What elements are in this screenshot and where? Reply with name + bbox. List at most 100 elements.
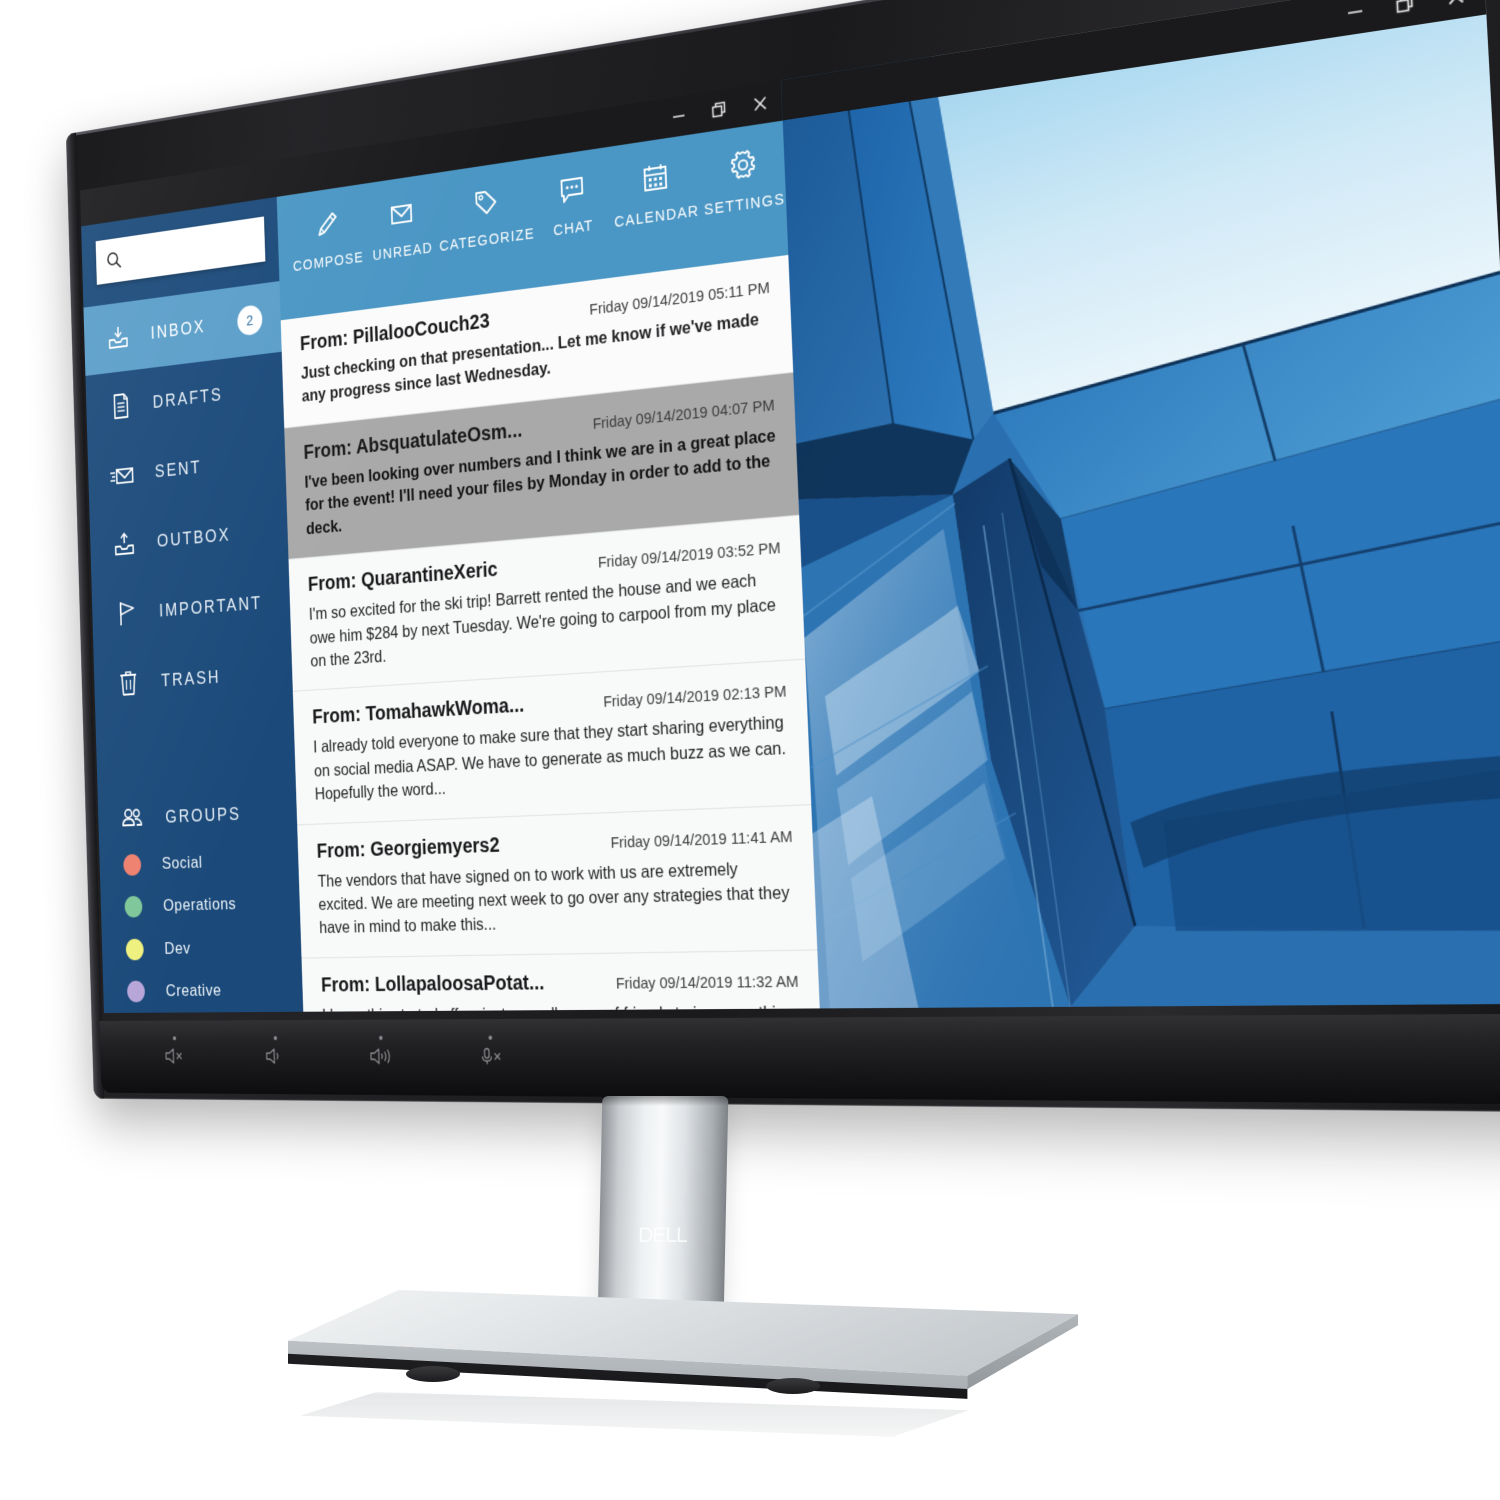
- sidebar-item-label: DRAFTS: [152, 383, 224, 412]
- sidebar: INBOX 2 DRAFTS SENT OUTBOX IMPORTANT TRA…: [81, 196, 304, 1014]
- message-header: From: AbsquatulateOsm... Friday 09/14/20…: [303, 392, 775, 465]
- settings-button[interactable]: SETTINGS: [701, 136, 787, 220]
- volume-low-icon: [265, 1047, 288, 1070]
- search-box[interactable]: [95, 213, 279, 285]
- indicator-dot: [172, 1036, 177, 1041]
- message-sender: From: AbsquatulateOsm...: [303, 418, 523, 464]
- message-row[interactable]: From: Georgiemyers2 Friday 09/14/2019 11…: [297, 804, 818, 959]
- toolbar-label: CALENDAR: [614, 202, 700, 232]
- volume-down-button[interactable]: [264, 1036, 287, 1070]
- groups-header[interactable]: GROUPS: [98, 785, 298, 844]
- group-item-label: Social: [161, 852, 203, 873]
- message-preview: I've been looking over numbers and I thi…: [304, 426, 776, 539]
- unread-button[interactable]: UNREAD: [366, 187, 438, 265]
- drafts-icon: [106, 388, 134, 424]
- message-row[interactable]: From: TomahawkWoma... Friday 09/14/2019 …: [292, 659, 812, 826]
- sidebar-nav: INBOX 2 DRAFTS SENT OUTBOX IMPORTANT TRA…: [83, 281, 293, 720]
- stand-arm: DELL: [597, 1096, 729, 1318]
- message-sender: From: Georgiemyers2: [316, 833, 501, 863]
- indicator-dot: [273, 1036, 278, 1041]
- indicator-dot: [379, 1035, 383, 1040]
- content-pane: COMPOSE UNREAD CATEGORIZE CHAT CALENDAR …: [276, 120, 820, 1012]
- message-timestamp: Friday 09/14/2019 11:41 AM: [610, 827, 793, 852]
- message-header: From: QuarantineXeric Friday 09/14/2019 …: [308, 535, 781, 597]
- calendar-icon: [637, 152, 673, 203]
- osd-control-row: [164, 1035, 503, 1071]
- email-client-window: INBOX 2 DRAFTS SENT OUTBOX IMPORTANT TRA…: [80, 80, 820, 1014]
- people-icon: [118, 801, 146, 835]
- volume-mute-icon: [164, 1047, 186, 1070]
- sidebar-item-label: INBOX: [150, 315, 206, 343]
- photo-viewer-window: [781, 0, 1500, 1009]
- message-timestamp: Friday 09/14/2019 02:13 PM: [602, 682, 787, 712]
- base-foot: [406, 1366, 460, 1382]
- sidebar-item-label: TRASH: [160, 666, 221, 690]
- group-item-operations[interactable]: Operations: [100, 881, 300, 929]
- dell-logo: DELL: [599, 1224, 726, 1248]
- message-sender: From: LollapaloosaPotat...: [320, 971, 545, 997]
- group-item-label: Creative: [165, 980, 222, 1001]
- group-color-dot: [125, 938, 144, 961]
- inbox-unread-badge: 2: [236, 304, 263, 337]
- glass-building-photo: [781, 0, 1500, 1009]
- gear-icon: [724, 139, 761, 191]
- group-item-social[interactable]: Social: [99, 838, 299, 887]
- restore-button[interactable]: [1393, 0, 1418, 18]
- sent-icon: [108, 457, 136, 492]
- calendar-button[interactable]: CALENDAR: [612, 148, 700, 231]
- volume-mute-button[interactable]: [164, 1036, 186, 1070]
- outbox-icon: [110, 527, 138, 562]
- chat-button[interactable]: CHAT: [534, 161, 611, 242]
- toolbar-label: CHAT: [552, 217, 594, 240]
- message-header: From: TomahawkWoma... Friday 09/14/2019 …: [312, 679, 787, 730]
- base-foot: [766, 1378, 820, 1394]
- microphone-mute-button[interactable]: [478, 1035, 503, 1071]
- trash-icon: [114, 665, 142, 700]
- groups-header-label: GROUPS: [165, 803, 242, 827]
- message-timestamp: Friday 09/14/2019 04:07 PM: [592, 396, 776, 434]
- pencil-icon: [311, 201, 343, 249]
- message-preview: The vendors that have signed on to work …: [317, 859, 790, 938]
- message-sender: From: QuarantineXeric: [307, 558, 499, 597]
- inbox-icon: [104, 319, 132, 355]
- group-item-label: Dev: [164, 938, 191, 958]
- minimize-button[interactable]: [669, 104, 689, 128]
- message-row[interactable]: From: LollapaloosaPotat... Friday 09/14/…: [301, 950, 820, 1012]
- search-container: [82, 213, 279, 286]
- group-color-dot: [124, 896, 143, 918]
- chat-bubble-icon: [554, 165, 589, 215]
- flag-icon: [112, 596, 140, 631]
- sidebar-item-label: SENT: [154, 456, 202, 481]
- toolbar: COMPOSE UNREAD CATEGORIZE CHAT CALENDAR …: [276, 120, 789, 321]
- sidebar-item-label: IMPORTANT: [158, 592, 263, 621]
- restore-button[interactable]: [709, 98, 729, 122]
- message-header: From: Georgiemyers2 Friday 09/14/2019 11…: [316, 823, 793, 863]
- minimize-button[interactable]: [1343, 0, 1368, 25]
- base-reflection: [300, 1392, 969, 1437]
- group-item-dev[interactable]: Dev: [102, 925, 302, 971]
- stand-base: [288, 1290, 1078, 1400]
- close-button[interactable]: [1443, 0, 1469, 10]
- message-timestamp: Friday 09/14/2019 03:52 PM: [597, 539, 781, 572]
- sidebar-item-trash[interactable]: TRASH: [93, 636, 293, 719]
- compose-button[interactable]: COMPOSE: [291, 198, 365, 275]
- group-color-dot: [126, 980, 146, 1003]
- message-row[interactable]: From: AbsquatulateOsm... Friday 09/14/20…: [284, 372, 800, 560]
- message-preview: I already told everyone to make sure tha…: [313, 713, 787, 804]
- search-input[interactable]: [127, 213, 279, 282]
- message-timestamp: Friday 09/14/2019 05:11 PM: [589, 278, 771, 319]
- toolbar-label: COMPOSE: [292, 249, 365, 276]
- message-row[interactable]: From: PillalooCouch23 Friday 09/14/2019 …: [280, 254, 794, 429]
- monitor-panel: INBOX 2 DRAFTS SENT OUTBOX IMPORTANT TRA…: [65, 0, 1500, 1113]
- mail-body: INBOX 2 DRAFTS SENT OUTBOX IMPORTANT TRA…: [81, 120, 820, 1014]
- group-item-label: Operations: [162, 894, 237, 916]
- product-photo-scene: INBOX 2 DRAFTS SENT OUTBOX IMPORTANT TRA…: [0, 0, 1500, 1500]
- close-button[interactable]: [750, 92, 771, 116]
- group-color-dot: [123, 853, 142, 876]
- dell-monitor: INBOX 2 DRAFTS SENT OUTBOX IMPORTANT TRA…: [0, 0, 1500, 1500]
- search-icon: [105, 249, 123, 272]
- message-header: From: LollapaloosaPotat... Friday 09/14/…: [321, 968, 799, 997]
- message-sender: From: TomahawkWoma...: [311, 694, 525, 729]
- message-row[interactable]: From: QuarantineXeric Friday 09/14/2019 …: [288, 515, 806, 693]
- group-item-creative[interactable]: Creative: [103, 968, 304, 1013]
